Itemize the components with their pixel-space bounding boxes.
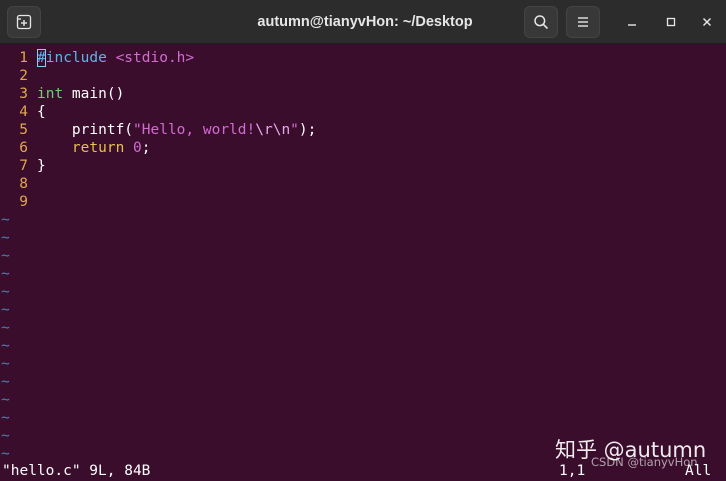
code-line[interactable]: 9 [0,193,726,211]
code-text: return 0; [37,139,151,157]
code-line[interactable]: 7} [0,157,726,175]
empty-line-tilde: ~ [1,446,10,462]
search-button[interactable] [524,6,558,38]
minimize-button[interactable] [622,12,642,32]
code-token: 0 [133,140,142,156]
line-number: 9 [19,194,28,210]
vim-editor[interactable]: 1 #include <stdio.h> 2 3 int main() 4{5 print… [0,44,726,481]
status-cursor-position: 1,1 [559,463,586,479]
empty-line-tilde: ~ [1,392,10,408]
code-token: ); [298,122,317,138]
code-token: int [37,86,64,102]
menu-button[interactable] [566,6,600,38]
line-number: 3 [19,86,28,102]
code-line[interactable]: 5 printf("Hello, world!\r\n"); [0,121,726,139]
empty-line-tilde: ~ [1,248,10,264]
empty-line-tilde: ~ [1,338,10,354]
code-token: main() [63,86,125,102]
empty-line-tilde: ~ [1,410,10,426]
title-bar: autumn@tianyvHon: ~/Desktop [0,0,726,44]
code-token: { [37,104,46,120]
maximize-icon [666,17,676,27]
close-icon [703,18,711,26]
empty-line-tilde: ~ [1,428,10,444]
code-text: int main() [37,85,124,103]
empty-line-tilde: ~ [1,302,10,318]
empty-line-tilde: ~ [1,266,10,282]
empty-line-tilde: ~ [1,374,10,390]
empty-line-tilde: ~ [1,212,10,228]
code-line[interactable]: 3 int main() [0,85,726,103]
code-text: { [37,103,46,121]
code-token: ; [141,140,151,156]
line-number: 5 [19,122,28,138]
code-token: include [45,50,107,66]
code-token: printf( [37,122,134,138]
window-title: autumn@tianyvHon: ~/Desktop [257,14,473,30]
empty-line-tilde: ~ [1,230,10,246]
code-line[interactable]: 8 [0,175,726,193]
code-line[interactable]: 4{ [0,103,726,121]
code-token: "Hello, world! [133,122,256,138]
code-text: } [37,157,46,175]
line-number: 2 [19,68,28,84]
line-number: 8 [19,176,28,192]
code-text: printf("Hello, world!\r\n"); [37,121,316,139]
empty-line-tilde: ~ [1,356,10,372]
line-number: 1 [19,50,28,66]
code-token: } [37,158,46,174]
minimize-icon [628,24,636,26]
search-icon [534,15,548,29]
code-text: #include <stdio.h> [37,49,194,67]
line-number: 6 [19,140,28,156]
code-line[interactable]: 1 #include <stdio.h> [0,49,726,67]
line-number: 7 [19,158,28,174]
code-token: return [71,140,125,156]
code-line[interactable]: 2 [0,67,726,85]
text-cursor: # [37,49,46,67]
status-file-info: "hello.c" 9L, 84B [2,463,151,479]
empty-line-tilde: ~ [1,284,10,300]
csdn-watermark: CSDN @tianyvHon [591,455,698,469]
new-tab-icon [16,14,32,30]
hamburger-menu-icon [578,17,588,27]
new-tab-button[interactable] [7,6,41,38]
close-button[interactable] [697,12,717,32]
empty-line-tilde: ~ [1,320,10,336]
line-number: 4 [19,104,28,120]
code-line[interactable]: 6 return 0; [0,139,726,157]
code-token: \r\n [255,122,291,138]
maximize-button[interactable] [661,12,681,32]
code-token: <stdio.h> [115,50,195,66]
code-token: " [290,122,299,138]
